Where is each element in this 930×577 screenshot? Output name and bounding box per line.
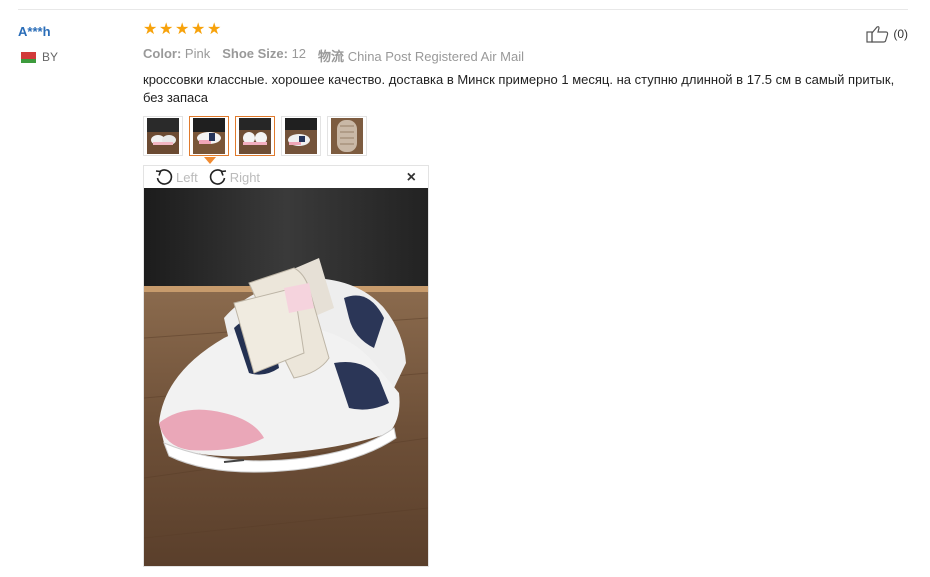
spec-shoe-size: Shoe Size: 12 [222, 46, 307, 61]
reviewer-country: BY [18, 50, 58, 64]
photo-thumbnails [143, 116, 367, 156]
star-icon: ★ [143, 21, 158, 38]
viewer-toolbar: Left Right × [144, 166, 428, 188]
order-specs: Color: Pink Shoe Size: 12 物流 China Post … [143, 46, 524, 65]
review-text: кроссовки классные. хорошее качество. до… [143, 72, 895, 105]
photo-thumbnail[interactable] [143, 116, 183, 156]
rotate-left-button[interactable]: Left [154, 167, 198, 187]
belarus-flag-icon [18, 51, 36, 63]
photo-thumbnail[interactable] [281, 116, 321, 156]
star-icon: ★ [191, 21, 206, 38]
star-icon: ★ [159, 21, 174, 38]
thumbs-up-icon [866, 26, 889, 43]
top-divider [18, 9, 908, 10]
helpful-button[interactable]: (0) [866, 25, 908, 43]
selected-thumbnail-pointer [204, 157, 216, 164]
star-rating: ★ ★ ★ ★ ★ [143, 21, 222, 38]
country-code: BY [42, 50, 59, 64]
helpful-count: (0) [893, 27, 908, 41]
rotate-right-button[interactable]: Right [208, 167, 260, 187]
reviewer-name[interactable]: A***h [18, 24, 51, 39]
review-photo [144, 188, 428, 566]
star-icon: ★ [207, 21, 222, 38]
star-icon: ★ [175, 21, 190, 38]
close-viewer-button[interactable]: × [407, 169, 416, 187]
spec-color: Color: Pink [143, 46, 211, 61]
photo-thumbnail[interactable] [327, 116, 367, 156]
rotate-left-label: Left [176, 169, 198, 185]
rotate-left-icon [155, 169, 173, 185]
photo-thumbnail[interactable] [189, 116, 229, 156]
spec-shipping: 物流 China Post Registered Air Mail [318, 49, 524, 64]
rotate-right-icon [209, 169, 226, 185]
rotate-right-label: Right [229, 169, 261, 185]
photo-thumbnail[interactable] [235, 116, 275, 156]
photo-viewer: Left Right × [143, 165, 429, 567]
